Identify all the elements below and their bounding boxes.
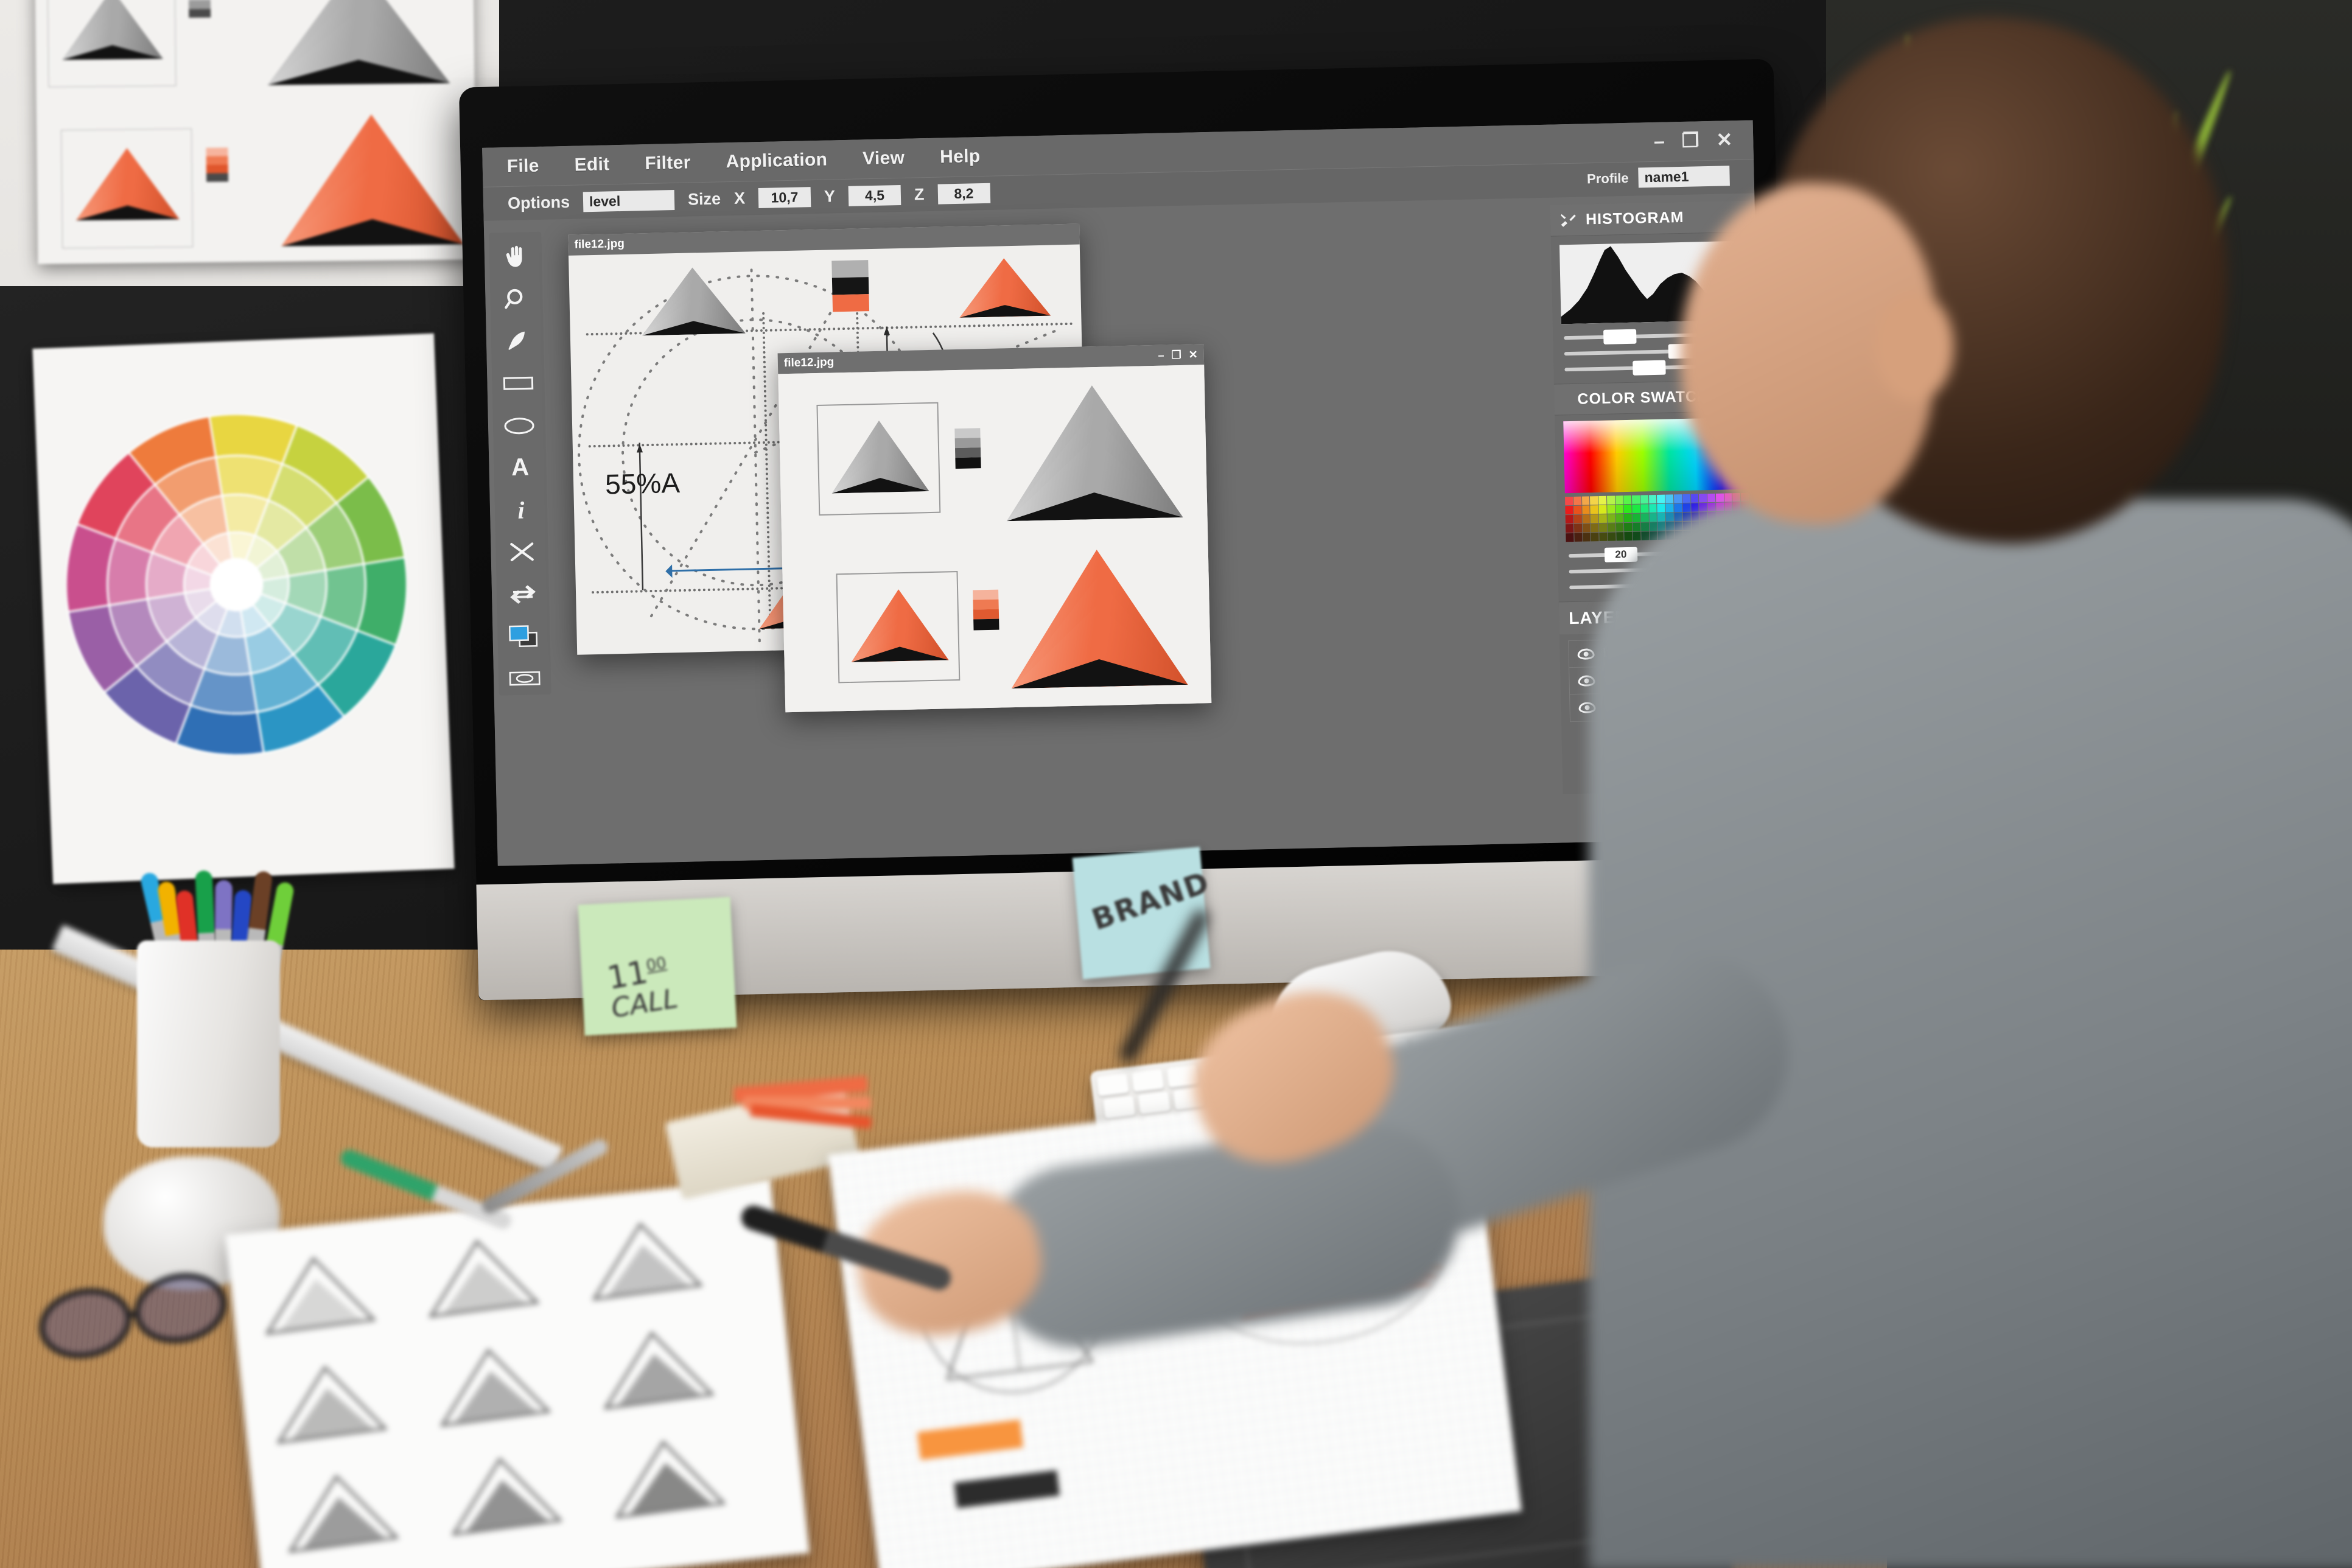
info-icon[interactable]: i (502, 494, 540, 527)
size-label: Size (688, 189, 721, 209)
size-z-label: Z (914, 185, 925, 204)
logo-frame-grey (816, 402, 940, 516)
logo-sketch-thumbnail (264, 1353, 394, 1450)
poster-palette-chips (206, 147, 228, 181)
palette-chips-orange (973, 590, 999, 631)
logo-sketch-thumbnail (438, 1444, 569, 1542)
poster-logo-frame (47, 0, 176, 88)
size-x-input[interactable]: 10,7 (758, 187, 811, 208)
options-label: Options (508, 193, 570, 213)
foreground-background-color-icon[interactable] (505, 620, 543, 653)
close-icon[interactable]: ✕ (1188, 348, 1198, 361)
front-document-window[interactable]: file12.jpg – ❐ ✕ (778, 344, 1212, 712)
search-icon[interactable] (497, 282, 536, 316)
swap-arrows-icon[interactable] (504, 578, 542, 611)
document-window-controls: – ❐ ✕ (1158, 348, 1198, 362)
keyboard-key[interactable] (1096, 1073, 1129, 1096)
notepad-sketches (225, 1178, 810, 1568)
color-wheel-poster (32, 334, 454, 884)
logo-sketch-thumbnail (579, 1209, 709, 1307)
size-y-label: Y (824, 187, 836, 206)
rectangle-icon[interactable] (499, 367, 537, 401)
pen-cup (137, 940, 280, 1147)
logo-sketch-thumbnail (416, 1227, 546, 1324)
scissors-icon[interactable] (503, 536, 541, 569)
logo-frame-orange (836, 571, 960, 683)
logo-grey-small (640, 267, 745, 336)
keyboard-key[interactable] (1132, 1069, 1164, 1092)
logo-grey-large (1004, 383, 1183, 521)
keyboard-key[interactable] (1103, 1096, 1136, 1119)
ellipse-icon[interactable] (500, 409, 538, 443)
logo-variants-poster (35, 0, 477, 264)
tool-palette: A i (489, 232, 551, 696)
size-z-input[interactable]: 8,2 (937, 183, 990, 205)
logo-sketch-thumbnail (602, 1427, 732, 1525)
size-x-label: X (734, 189, 746, 208)
menu-item-file[interactable]: File (506, 156, 539, 177)
options-level-input[interactable]: level (583, 190, 675, 212)
person-ear (1875, 292, 1954, 402)
logo-orange-large (1009, 548, 1188, 688)
menu-item-filter[interactable]: Filter (645, 152, 691, 174)
pen-icon[interactable] (498, 325, 536, 359)
logo-sketch-thumbnail (590, 1318, 721, 1416)
text-icon[interactable]: A (501, 451, 539, 485)
poster-logo-grey-small (61, 0, 163, 60)
sticky-note-brand: BRAND (1073, 847, 1211, 979)
sticky-note-call: 1100 CALL (578, 897, 737, 1036)
menu-item-help[interactable]: Help (940, 146, 981, 167)
size-y-input[interactable]: 4,5 (849, 185, 901, 206)
logo-sketch-thumbnail (275, 1461, 405, 1559)
shape-tool-icon[interactable] (506, 662, 544, 696)
palette-chips-grey (831, 260, 869, 312)
document-title: file12.jpg (784, 355, 835, 370)
document-canvas[interactable] (778, 365, 1211, 712)
menu-item-edit[interactable]: Edit (574, 154, 610, 175)
logo-sketch-thumbnail (427, 1335, 557, 1433)
logo-grey-small (830, 419, 929, 493)
logo-orange-small (958, 257, 1051, 318)
poster-palette-chips (189, 0, 211, 18)
annotation-55pct: 55%A (605, 466, 681, 501)
restore-icon[interactable]: ❐ (1171, 348, 1181, 361)
menu-item-view[interactable]: View (863, 148, 905, 169)
person (1449, 0, 2352, 1568)
minimize-icon[interactable]: – (1158, 349, 1164, 362)
logo-sketch-thumbnail (252, 1244, 382, 1341)
poster-logo-frame (61, 128, 193, 248)
keyboard-key[interactable] (1138, 1091, 1171, 1115)
palette-chips-grey (954, 428, 981, 469)
poster-logo-grey-large (266, 0, 450, 85)
document-title: file12.jpg (574, 237, 625, 252)
hand-icon[interactable] (496, 240, 534, 274)
logo-orange-small (850, 588, 949, 662)
poster-logo-orange-large (280, 113, 464, 246)
poster-logo-orange-small (75, 147, 179, 220)
office-scene: File Edit Filter Application View Help –… (0, 0, 2352, 1568)
menu-item-application[interactable]: Application (726, 150, 827, 173)
